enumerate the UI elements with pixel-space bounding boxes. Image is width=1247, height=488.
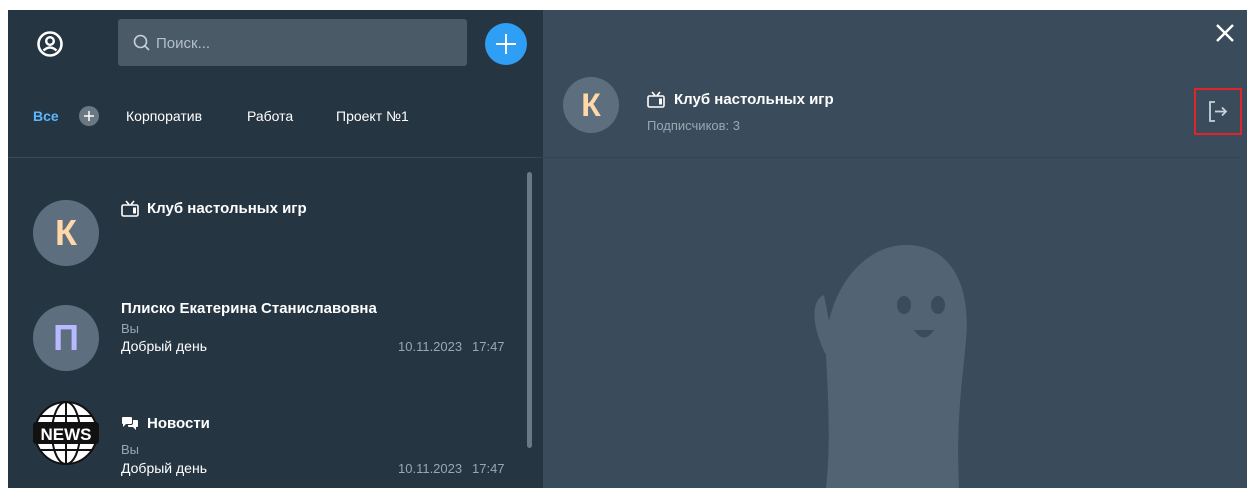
avatar-letter: К <box>581 86 601 123</box>
sidebar: Все Корпоратив Работа Проект №1 К <box>8 10 543 488</box>
globe-icon: NEWS <box>33 401 99 465</box>
ghost-illustration <box>814 245 967 488</box>
avatar: К <box>33 200 99 266</box>
message-time: 17:47 <box>472 461 505 476</box>
exit-icon <box>1209 101 1228 122</box>
chat-list-scrollbar[interactable] <box>527 172 532 448</box>
folder-tabs: Все Корпоратив Работа Проект №1 <box>8 95 543 140</box>
subscribers-count: Подписчиков: 3 <box>647 118 740 133</box>
avatar-letter: П <box>53 317 79 358</box>
chat-item-board-games[interactable]: К Клуб настольных игр <box>8 180 528 278</box>
chat-name-text: Плиско Екатерина Станиславовна <box>121 300 377 317</box>
search-input[interactable] <box>154 19 458 68</box>
tab-project-1[interactable]: Проект №1 <box>336 108 409 124</box>
tv-icon <box>647 91 665 108</box>
news-logo-avatar: NEWS <box>33 400 99 466</box>
avatar-letter: К <box>55 212 77 253</box>
message-preview: Добрый день <box>121 338 207 354</box>
close-icon[interactable] <box>1214 22 1236 44</box>
new-chat-button[interactable] <box>485 23 527 65</box>
chat-name-text: Новости <box>147 415 210 432</box>
chat-bubbles-icon <box>122 416 138 430</box>
header-divider <box>535 157 1239 158</box>
chat-name-text: Клуб настольных игр <box>147 200 307 217</box>
message-sender: Вы <box>121 321 140 336</box>
plus-icon <box>496 34 516 54</box>
svg-text:NEWS: NEWS <box>41 425 92 444</box>
tv-icon <box>121 200 139 217</box>
conversation-title[interactable]: Клуб настольных игр <box>647 91 834 108</box>
chat-item-news[interactable]: NEWS Новости Вы Добрый день 10.11.2023 1… <box>8 388 528 486</box>
chat-name: Плиско Екатерина Станиславовна <box>121 300 377 317</box>
divider <box>8 157 543 158</box>
conversation-title-text: Клуб настольных игр <box>674 91 834 108</box>
chat-name: Новости <box>121 415 210 432</box>
search-icon <box>133 34 150 51</box>
avatar: П <box>33 305 99 371</box>
conversation-avatar[interactable]: К <box>563 77 619 133</box>
tab-work[interactable]: Работа <box>247 108 293 124</box>
chat-item-plisko[interactable]: П Плиско Екатерина Станиславовна Вы Добр… <box>8 288 528 386</box>
profile-icon[interactable] <box>36 30 64 58</box>
tab-all[interactable]: Все <box>33 108 59 124</box>
message-sender: Вы <box>121 442 140 457</box>
message-date: 10.11.2023 <box>398 339 463 354</box>
chat-name: Клуб настольных игр <box>121 200 307 217</box>
leave-channel-button[interactable] <box>1194 88 1242 135</box>
search-box[interactable] <box>118 19 467 68</box>
messenger-app: Все Корпоратив Работа Проект №1 К <box>8 10 1247 488</box>
message-date: 10.11.2023 <box>398 461 463 476</box>
plus-icon <box>84 111 94 121</box>
tab-corporate[interactable]: Корпоратив <box>126 108 202 124</box>
message-time: 17:47 <box>472 339 505 354</box>
message-preview: Добрый день <box>121 460 207 476</box>
add-folder-button[interactable] <box>79 106 99 126</box>
